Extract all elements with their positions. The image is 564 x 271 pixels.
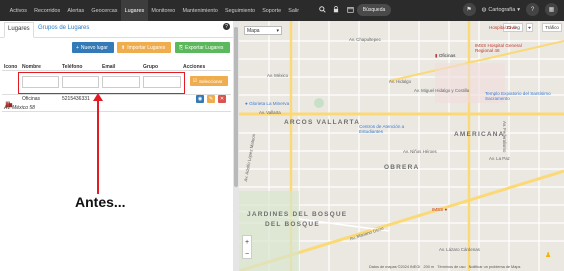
seleccionar-button[interactable]: ☑ Seleccionar — [190, 76, 228, 86]
nav-activos[interactable]: Activos — [6, 0, 31, 21]
lugares-panel: Lugares Grupos de Lugares ? + Nuevo luga… — [0, 21, 233, 271]
header-divider — [2, 70, 231, 71]
edit-pencil-icon[interactable]: ✎ — [207, 95, 215, 103]
building-marker-icon: ▮ — [435, 53, 438, 58]
poi-imss-label: IMSS — [432, 207, 444, 212]
nav-soporte[interactable]: Soporte — [259, 0, 285, 21]
calendar-icon[interactable] — [346, 5, 354, 13]
globe-icon: ◍ — [481, 6, 487, 13]
nuevo-lugar-label: Nuevo lugar — [80, 44, 108, 51]
zoom-control: + − — [242, 235, 252, 259]
area-arcos-vallarta: ARCOS VALLARTA — [284, 119, 361, 126]
street-av-vallarta: Av. Vallarta — [259, 110, 281, 115]
zoom-out-button[interactable]: − — [243, 248, 251, 260]
nav-seguimiento[interactable]: Seguimiento — [221, 0, 258, 21]
grid-menu-icon[interactable]: ▦ — [545, 3, 558, 16]
attribution-report-link[interactable]: Notificar un problema de Maps — [469, 265, 521, 269]
plus-icon: + — [76, 44, 79, 51]
nav-recorridos[interactable]: Recorridos — [31, 0, 64, 21]
map-type-select[interactable]: Mapa ▾ — [244, 26, 282, 35]
attribution-data: Datos de mapas ©2024 INEGI — [369, 265, 421, 269]
zoom-in-button[interactable]: + — [243, 236, 251, 248]
view-eye-icon[interactable]: ◉ — [196, 95, 204, 103]
top-icon-group — [318, 5, 354, 13]
street-av-ninos-heroes: Av. Niños Héroes — [403, 149, 437, 154]
poi-glorieta-label: Glorieta La Minerva — [249, 101, 290, 106]
annotation-highlight-box — [18, 72, 185, 94]
seleccionar-label: Seleccionar — [199, 78, 223, 84]
street-av-hidalgo: Av. Hidalgo — [389, 79, 412, 84]
map-marker-icon: ● — [245, 101, 248, 106]
map-type-label: Mapa — [247, 27, 260, 34]
street-av-lazaro: Av. Lázaro Cárdenas — [439, 247, 480, 252]
importar-lugares-button[interactable]: ⬆ Importar Lugares — [117, 42, 171, 53]
tab-lugares[interactable]: Lugares — [4, 22, 34, 38]
street-av-chapultepec: Av. Chapultepec — [349, 37, 381, 42]
tab-grupos-de-lugares[interactable]: Grupos de Lugares — [38, 25, 89, 31]
nav-salir[interactable]: Salir — [285, 0, 303, 21]
poi-glorieta[interactable]: ● Glorieta La Minerva — [245, 101, 289, 106]
flag-icon[interactable]: ⚑ — [462, 3, 476, 16]
search-icon[interactable] — [318, 5, 326, 13]
street-view-pegman-icon[interactable]: ♟ — [545, 251, 553, 262]
area-obrera: OBRERA — [384, 164, 420, 171]
cartografia-label: Cartografía — [488, 6, 516, 13]
tab-bar: Lugares Grupos de Lugares ? — [0, 21, 233, 38]
map-roads — [239, 21, 564, 271]
question-icon[interactable]: ? — [223, 23, 230, 30]
check-square-icon: ☑ — [193, 78, 198, 83]
nuevo-lugar-button[interactable]: + Nuevo lugar — [72, 42, 114, 53]
poi-oficinas[interactable]: ▮ Oficinas — [435, 53, 455, 59]
poi-centro-atencion[interactable]: Centros de Atención a Estudiantes — [359, 124, 429, 134]
annotation-arrowhead-icon — [93, 93, 103, 101]
select-caret-icon: ▾ — [276, 27, 279, 34]
row-divider-bottom — [2, 111, 231, 112]
annotation-arrow — [97, 99, 99, 194]
annotation-antes: Antes... — [75, 194, 126, 210]
exportar-lugares-label: Exportar Lugares — [185, 44, 224, 51]
nav-alertas[interactable]: Alertas — [64, 0, 88, 21]
scrollbar-thumb[interactable] — [234, 27, 238, 187]
pin-icon[interactable]: ⌖ — [526, 23, 533, 32]
trafico-toggle[interactable]: Tráfico — [542, 23, 562, 32]
street-av-mexico: Av. México — [267, 73, 289, 78]
busqueda-button[interactable]: Búsqueda — [357, 4, 391, 16]
map-attribution: Datos de mapas ©2024 INEGI 200 m Término… — [369, 265, 520, 269]
right-top-controls: ⚑ ◍ Cartografía ▾ ? ▦ — [462, 3, 558, 16]
caret-down-icon: ▾ — [517, 6, 520, 13]
row-telefono: 5215436331 — [62, 96, 90, 102]
area-americana: AMERICANA — [454, 131, 505, 138]
map-view[interactable]: Mapa ▾ 21 seg ⌖ Tráfico ● Glorieta La Mi… — [239, 21, 564, 271]
nav-geocercas[interactable]: Geocercas — [88, 0, 121, 21]
attribution-terms-link[interactable]: Términos de uso — [437, 265, 465, 269]
building-icon — [5, 95, 13, 108]
nav-lugares[interactable]: Lugares — [121, 0, 148, 21]
main-nav: Activos Recorridos Alertas Geocercas Lug… — [0, 0, 303, 21]
street-av-federalismo: Av. Federalismo — [502, 121, 507, 153]
street-av-la-paz: Av. La Paz — [489, 156, 510, 161]
nav-monitoreo[interactable]: Monitoreo — [148, 0, 179, 21]
street-av-miguel-hidalgo: Av. Miguel Hidalgo y Costilla — [414, 88, 470, 93]
top-navbar: Activos Recorridos Alertas Geocercas Lug… — [0, 0, 564, 21]
attribution-scale: 200 m — [423, 265, 435, 269]
lock-icon[interactable] — [332, 5, 340, 13]
area-del-bosque: DEL BOSQUE — [265, 221, 320, 228]
exportar-lugares-button[interactable]: ⎘ Exportar Lugares — [175, 42, 230, 53]
area-jardines: JARDINES DEL BOSQUE — [247, 211, 348, 218]
poi-templo[interactable]: Templo Expiatorio del Santísimo Sacramen… — [485, 91, 555, 101]
poi-oficinas-label: Oficinas — [438, 53, 456, 58]
nav-mantenimiento[interactable]: Mantenimiento — [179, 0, 222, 21]
upload-icon: ⬆ — [121, 44, 126, 51]
export-file-icon: ⎘ — [179, 44, 184, 51]
hospital-marker-icon: ● — [444, 207, 448, 212]
poi-imss-hospital[interactable]: IMSS Hospital General Regional 46 — [475, 43, 535, 53]
delete-x-icon[interactable]: ✕ — [218, 95, 226, 103]
importar-lugares-label: Importar Lugares — [127, 44, 166, 51]
row-nombre: Oficinas — [22, 96, 41, 102]
cartografia-dropdown[interactable]: ◍ Cartografía ▾ — [482, 7, 520, 13]
poi-imss[interactable]: IMSS ● — [432, 207, 447, 212]
poi-hospital-civil[interactable]: Hospital Civil — [489, 25, 516, 30]
help-circle-icon[interactable]: ? — [526, 3, 539, 16]
